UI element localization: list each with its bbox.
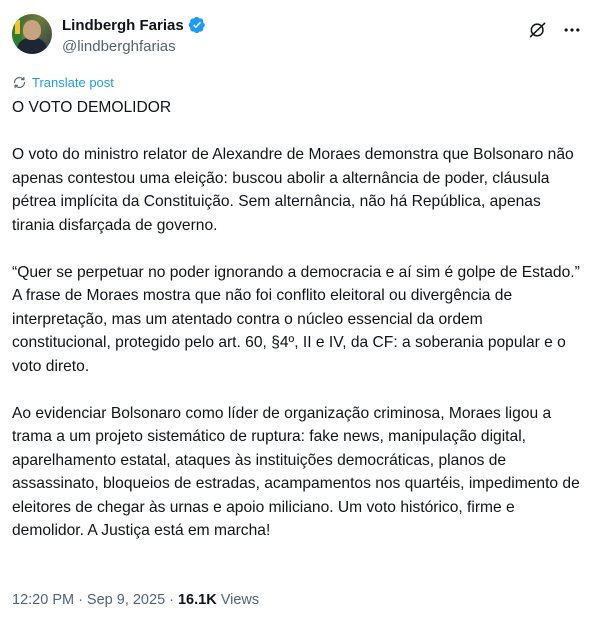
post-paragraph: Ao evidenciar Bolsonaro como líder de or… <box>12 404 580 540</box>
post-paragraph: O VOTO DEMOLIDOR <box>12 99 172 116</box>
post-text: O VOTO DEMOLIDOR O voto do ministro rela… <box>12 96 584 543</box>
views-label: Views <box>220 592 260 608</box>
display-name[interactable]: Lindbergh Farias <box>62 17 184 34</box>
author-names: Lindbergh Farias @lindberghfarias <box>62 15 206 55</box>
meta-separator: · <box>78 592 83 608</box>
translate-post-link[interactable]: Translate post <box>12 75 114 90</box>
display-name-row: Lindbergh Farias <box>62 15 206 35</box>
tweet-header: Lindbergh Farias @lindberghfarias <box>12 14 582 58</box>
tweet: Lindbergh Farias @lindberghfarias Transl… <box>0 0 594 622</box>
post-paragraph: “Quer se perpetuar no poder ignorando a … <box>12 263 580 375</box>
author-handle[interactable]: @lindberghfarias <box>62 38 206 55</box>
avatar-body <box>17 38 47 54</box>
views-count[interactable]: 16.1K <box>178 592 217 608</box>
translate-icon <box>13 76 26 89</box>
grok-icon[interactable] <box>528 20 548 40</box>
avatar-bg-detail <box>15 20 20 34</box>
post-time[interactable]: 12:20 PM <box>12 592 74 608</box>
translate-post-label[interactable]: Translate post <box>32 75 114 90</box>
avatar[interactable] <box>12 14 52 54</box>
more-icon[interactable] <box>562 20 582 40</box>
post-meta: 12:20 PM · Sep 9, 2025 · 16.1K Views <box>12 592 259 608</box>
meta-separator: · <box>169 592 174 608</box>
post-paragraph: O voto do ministro relator de Alexandre … <box>12 146 574 234</box>
avatar-face <box>23 20 41 40</box>
header-actions <box>528 20 582 40</box>
post-date[interactable]: Sep 9, 2025 <box>87 592 165 608</box>
verified-badge-icon[interactable] <box>188 16 206 34</box>
